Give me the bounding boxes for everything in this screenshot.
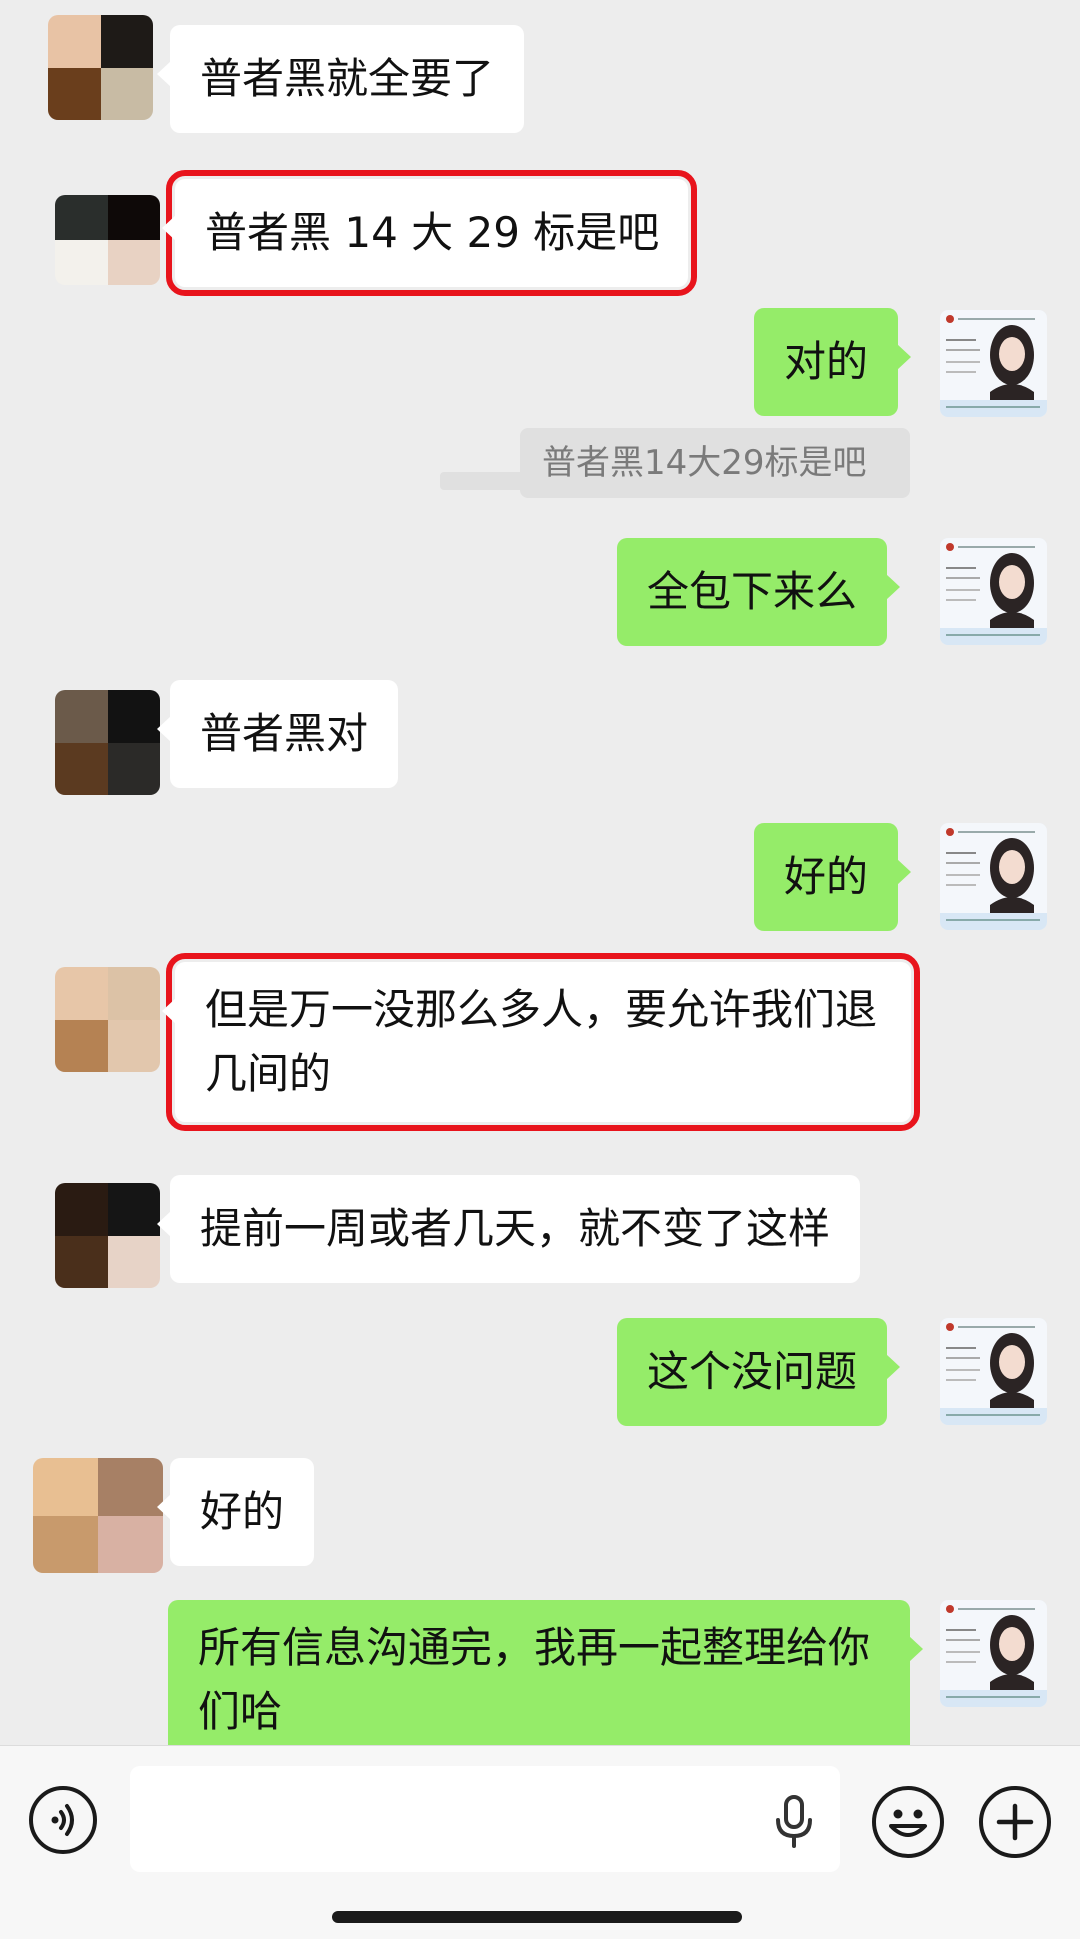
incoming-message-bubble[interactable]: 普者黑就全要了 <box>156 25 525 133</box>
user-avatar[interactable] <box>940 310 1047 417</box>
quote-tail <box>440 472 530 490</box>
user-avatar[interactable] <box>940 1318 1047 1425</box>
incoming-message-bubble-highlighted[interactable]: 普者黑 14 大 29 标是吧 <box>162 170 697 296</box>
microphone-icon <box>776 1795 812 1848</box>
contact-avatar[interactable] <box>48 15 153 120</box>
contact-avatar[interactable] <box>55 1183 160 1288</box>
voice-mode-button[interactable] <box>29 1786 97 1854</box>
plus-icon <box>996 1803 1034 1841</box>
incoming-message-bubble-highlighted[interactable]: 但是万一没那么多人，要允许我们退几间的 <box>162 953 920 1131</box>
contact-avatar[interactable] <box>55 690 160 795</box>
user-avatar[interactable] <box>940 538 1047 645</box>
emoji-button[interactable] <box>872 1786 944 1858</box>
incoming-message-bubble[interactable]: 好的 <box>156 1458 315 1566</box>
message-input[interactable] <box>130 1766 840 1872</box>
contact-avatar[interactable] <box>33 1458 163 1573</box>
voice-mode-icon <box>51 1804 74 1836</box>
incoming-message-bubble[interactable]: 普者黑对 <box>156 680 399 788</box>
microphone-button[interactable] <box>770 1794 818 1848</box>
emoji-icon <box>889 1809 927 1837</box>
incoming-message-bubble[interactable]: 提前一周或者几天，就不变了这样 <box>156 1175 861 1283</box>
outgoing-message-bubble[interactable]: 全包下来么 <box>617 538 901 646</box>
outgoing-message-bubble[interactable]: 对的 <box>754 308 912 416</box>
home-indicator <box>332 1911 742 1923</box>
outgoing-message-bubble[interactable]: 这个没问题 <box>617 1318 901 1426</box>
quoted-message[interactable]: 普者黑14大29标是吧 <box>520 428 910 498</box>
outgoing-message-bubble[interactable]: 好的 <box>754 823 912 931</box>
more-options-button[interactable] <box>979 1786 1051 1858</box>
contact-avatar[interactable] <box>55 967 160 1072</box>
input-bar <box>0 1745 1080 1939</box>
contact-avatar[interactable] <box>55 195 160 285</box>
user-avatar[interactable] <box>940 1600 1047 1707</box>
outgoing-message-bubble[interactable]: 所有信息沟通完，我再一起整理给你们哈 <box>168 1600 923 1745</box>
user-avatar[interactable] <box>940 823 1047 930</box>
chat-area[interactable]: 普者黑就全要了 普者黑 14 大 29 标是吧 对的 普者黑14大29标是吧 全… <box>0 0 1080 1745</box>
